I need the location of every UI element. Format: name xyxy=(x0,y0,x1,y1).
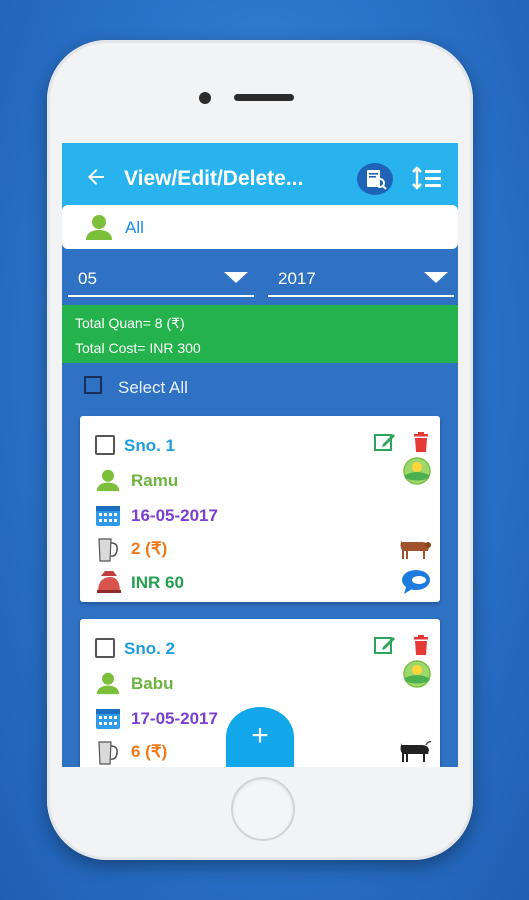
milk-jug-icon xyxy=(98,538,118,562)
record-checkbox[interactable] xyxy=(95,435,115,455)
report-button[interactable] xyxy=(357,163,393,195)
page-title: View/Edit/Delete... xyxy=(124,167,304,190)
sort-button[interactable] xyxy=(410,163,444,195)
amount: INR 60 xyxy=(131,573,184,592)
name-row: Ramu xyxy=(95,468,178,494)
select-all-checkbox[interactable] xyxy=(84,376,102,394)
user-icon xyxy=(96,469,120,492)
record-card: Sno. 1 Ramu 16-05-2017 2 (₹) INR 60 xyxy=(80,416,440,602)
month-dropdown[interactable]: 05 xyxy=(68,263,254,297)
user-filter[interactable]: All xyxy=(62,205,458,249)
quantity-row: 2 (₹) xyxy=(95,536,167,562)
app-bar: View/Edit/Delete... xyxy=(62,143,458,213)
serial-number: Sno. 2 xyxy=(124,639,176,658)
morning-shift-icon xyxy=(403,457,431,485)
select-all-row[interactable]: Select All xyxy=(84,376,384,400)
amount-row: INR 60 xyxy=(95,570,184,596)
entry-date: 17-05-2017 xyxy=(131,709,218,728)
year-value: 2017 xyxy=(278,269,316,288)
serial-number: Sno. 1 xyxy=(124,436,176,455)
record-checkbox[interactable] xyxy=(95,638,115,658)
name-row: Babu xyxy=(95,671,174,697)
milk-quantity: 6 (₹) xyxy=(131,742,168,761)
month-value: 05 xyxy=(78,269,97,288)
add-record-button[interactable]: + xyxy=(226,707,294,767)
milk-jug-icon xyxy=(98,741,118,765)
report-search-icon xyxy=(367,170,387,190)
date-row: 16-05-2017 xyxy=(95,503,218,529)
year-dropdown[interactable]: 2017 xyxy=(268,263,454,297)
sort-list-icon xyxy=(412,166,441,190)
front-camera xyxy=(199,92,211,104)
delete-icon[interactable] xyxy=(412,431,430,453)
calendar-icon xyxy=(96,709,120,729)
edit-icon[interactable] xyxy=(373,634,397,656)
home-button[interactable] xyxy=(231,777,295,841)
app-screen: View/Edit/Delete... All 05 2017 Total Qu… xyxy=(62,143,458,767)
earpiece-speaker xyxy=(234,94,294,101)
user-icon xyxy=(86,215,112,240)
arrow-left-icon[interactable] xyxy=(84,165,108,189)
customer-name: Babu xyxy=(131,674,174,693)
total-cost: Total Cost= INR 300 xyxy=(75,340,201,356)
entry-date: 16-05-2017 xyxy=(131,506,218,525)
delete-icon[interactable] xyxy=(412,634,430,656)
totals-banner: Total Quan= 8 (₹) Total Cost= INR 300 xyxy=(62,305,458,363)
select-all-label: Select All xyxy=(118,378,188,397)
milk-quantity: 2 (₹) xyxy=(131,539,168,558)
calendar-icon xyxy=(96,506,120,526)
user-icon xyxy=(96,672,120,695)
morning-shift-icon xyxy=(403,660,431,688)
chat-bubble-icon[interactable] xyxy=(400,568,432,596)
money-bag-icon xyxy=(97,571,121,593)
buffalo-icon xyxy=(400,741,432,762)
quantity-row: 6 (₹) xyxy=(95,739,167,765)
edit-icon[interactable] xyxy=(373,431,397,453)
dropdown-arrow-icon xyxy=(424,272,448,283)
customer-name: Ramu xyxy=(131,471,179,490)
date-row: 17-05-2017 xyxy=(95,706,218,732)
filter-label: All xyxy=(125,218,144,237)
total-quantity: Total Quan= 8 (₹) xyxy=(75,315,185,331)
dropdown-arrow-icon xyxy=(224,272,248,283)
cow-icon xyxy=(400,540,431,559)
